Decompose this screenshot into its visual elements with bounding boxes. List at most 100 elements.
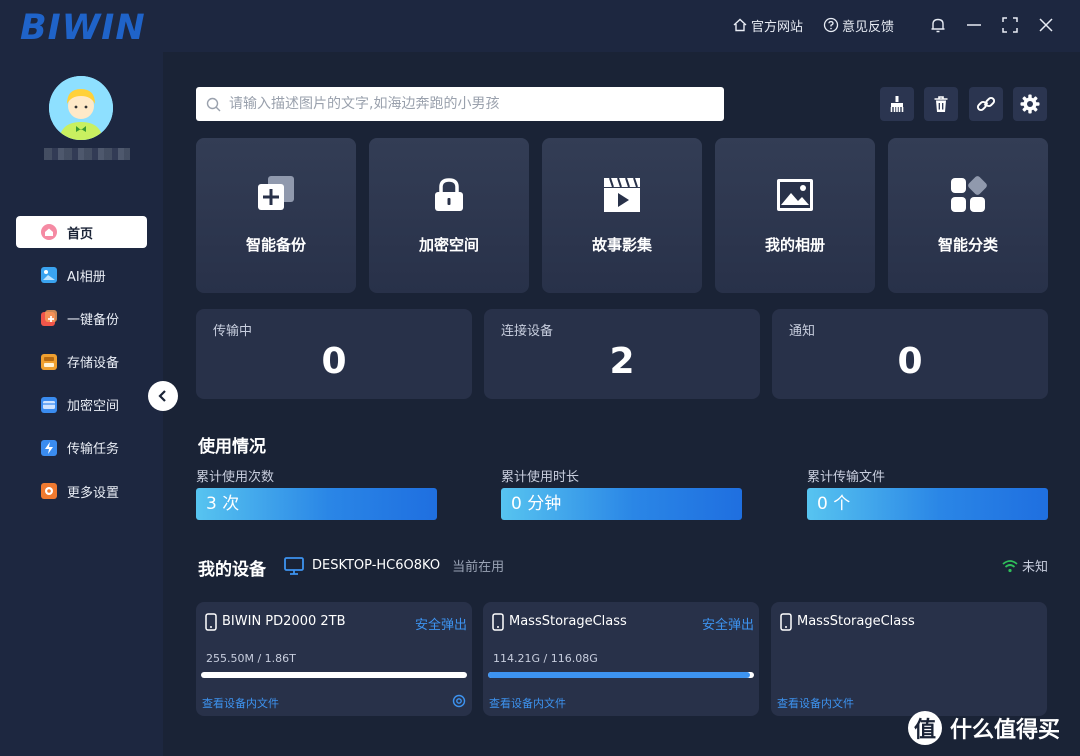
device-card[interactable]: MassStorageClass 安全弹出 114.21G / 116.08G …: [483, 602, 759, 716]
phone-icon: [492, 613, 504, 631]
official-website-link[interactable]: 官方网站: [732, 16, 803, 35]
capacity-bar-fill: [488, 672, 750, 678]
lock-icon: [435, 178, 463, 211]
phone-icon: [780, 613, 792, 631]
capacity-bar: [201, 672, 467, 678]
usage-label: 累计传输文件: [807, 470, 886, 485]
view-device-files-link[interactable]: 查看设备内文件: [202, 695, 279, 711]
close-icon: [1039, 18, 1053, 32]
feature-story-album[interactable]: 故事影集: [542, 138, 702, 293]
category-icon: [951, 176, 987, 212]
avatar-icon: [49, 76, 113, 140]
sidebar-item-label: 更多设置: [67, 485, 120, 501]
sidebar-item-encrypted[interactable]: 加密空间: [16, 389, 147, 421]
feature-label: 故事影集: [591, 236, 652, 254]
sidebar: 首页 AI相册 一键备份 存储设备 加密空间 传输任务 更多设置: [0, 52, 163, 756]
device-capacity: 255.50M / 1.86T: [206, 652, 296, 665]
avatar[interactable]: [49, 76, 113, 140]
feedback-link[interactable]: 意见反馈: [823, 16, 894, 35]
delete-button[interactable]: [924, 87, 958, 121]
phone-icon: [205, 613, 217, 631]
username-blurred: [44, 148, 130, 160]
minimize-button[interactable]: [962, 13, 986, 37]
feature-label: 智能备份: [245, 236, 306, 254]
current-pc: DESKTOP-HC6O8KO 当前在用: [284, 556, 504, 575]
clean-button[interactable]: [880, 87, 914, 121]
feature-my-album[interactable]: 我的相册: [715, 138, 875, 293]
view-device-files-link[interactable]: 查看设备内文件: [777, 695, 854, 711]
safe-eject-button[interactable]: 安全弹出: [415, 614, 467, 633]
device-name: MassStorageClass: [509, 614, 627, 629]
feature-label: 智能分类: [937, 236, 998, 254]
sidebar-item-label: 加密空间: [67, 399, 120, 415]
storage-icon: [41, 353, 57, 370]
official-website-label: 官方网站: [750, 19, 803, 35]
home-icon: [41, 224, 57, 240]
gear-icon: [1020, 94, 1040, 114]
feature-label: 加密空间: [418, 236, 479, 254]
device-name: BIWIN PD2000 2TB: [222, 614, 346, 629]
usage-bar: 3 次: [196, 488, 437, 520]
biwin-logo: BIWIN: [20, 8, 146, 48]
device-settings-icon[interactable]: [452, 694, 466, 708]
stat-value: 2: [609, 341, 635, 382]
search-input[interactable]: [229, 96, 709, 112]
wifi-icon: [1002, 559, 1018, 572]
stat-label: 连接设备: [501, 324, 554, 339]
notification-button[interactable]: [926, 13, 950, 37]
feature-encrypted-space[interactable]: 加密空间: [369, 138, 529, 293]
clapperboard-icon: [604, 177, 640, 212]
encrypted-icon: [41, 396, 57, 413]
search-bar: [196, 87, 724, 121]
feature-smart-classify[interactable]: 智能分类: [888, 138, 1048, 293]
view-device-files-link[interactable]: 查看设备内文件: [489, 695, 566, 711]
fullscreen-button[interactable]: [998, 13, 1022, 37]
stat-notifications[interactable]: 通知 0: [772, 309, 1048, 399]
stat-label: 通知: [789, 324, 816, 339]
watermark: 值 什么值得买: [908, 711, 1060, 745]
link-icon: [976, 96, 996, 112]
title-bar-actions: 官方网站 意见反馈: [732, 13, 1058, 37]
link-button[interactable]: [969, 87, 1003, 121]
sidebar-item-label: 首页: [67, 226, 94, 242]
backup-icon: [41, 310, 57, 327]
sidebar-item-label: AI相册: [67, 269, 106, 285]
usage-label: 累计使用次数: [196, 470, 275, 485]
smart-backup-icon: [258, 176, 294, 210]
monitor-icon: [284, 556, 304, 575]
chevron-left-icon: [158, 390, 166, 402]
title-bar: BIWIN 官方网站 意见反馈: [0, 0, 1080, 52]
feature-smart-backup[interactable]: 智能备份: [196, 138, 356, 293]
transfer-icon: [41, 439, 57, 456]
feature-label: 我的相册: [764, 236, 825, 254]
stat-label: 传输中: [213, 324, 253, 339]
stat-value: 0: [897, 341, 923, 382]
sidebar-item-storage[interactable]: 存储设备: [16, 346, 147, 378]
usage-label: 累计使用时长: [501, 470, 580, 485]
pc-status: 当前在用: [452, 560, 505, 575]
device-card[interactable]: MassStorageClass 查看设备内文件: [771, 602, 1047, 716]
help-circle-icon: [823, 17, 839, 33]
usage-bar: 0 分钟: [501, 488, 742, 520]
capacity-bar: [488, 672, 754, 678]
sidebar-item-home[interactable]: 首页: [16, 216, 147, 248]
sidebar-item-backup[interactable]: 一键备份: [16, 302, 147, 334]
sidebar-item-more-settings[interactable]: 更多设置: [16, 475, 147, 507]
stat-transferring[interactable]: 传输中 0: [196, 309, 472, 399]
trash-icon: [934, 96, 948, 112]
pc-name: DESKTOP-HC6O8KO: [312, 558, 441, 573]
sidebar-item-transfer[interactable]: 传输任务: [16, 432, 147, 464]
fullscreen-icon: [1002, 17, 1018, 33]
device-card[interactable]: BIWIN PD2000 2TB 安全弹出 255.50M / 1.86T 查看…: [196, 602, 472, 716]
settings-button[interactable]: [1013, 87, 1047, 121]
sidebar-item-label: 传输任务: [67, 442, 120, 458]
safe-eject-button[interactable]: 安全弹出: [702, 614, 754, 633]
stat-connected-devices[interactable]: 连接设备 2: [484, 309, 760, 399]
app-window: BIWIN 官方网站 意见反馈 首页 AI相册 一键备份 存储设备 加密空间 传…: [0, 0, 1080, 756]
close-button[interactable]: [1034, 13, 1058, 37]
photo-icon: [41, 267, 57, 284]
settings-icon: [41, 483, 57, 500]
wifi-status: 未知: [1002, 556, 1048, 575]
collapse-sidebar-button[interactable]: [148, 381, 178, 411]
sidebar-item-ai-album[interactable]: AI相册: [16, 259, 147, 291]
